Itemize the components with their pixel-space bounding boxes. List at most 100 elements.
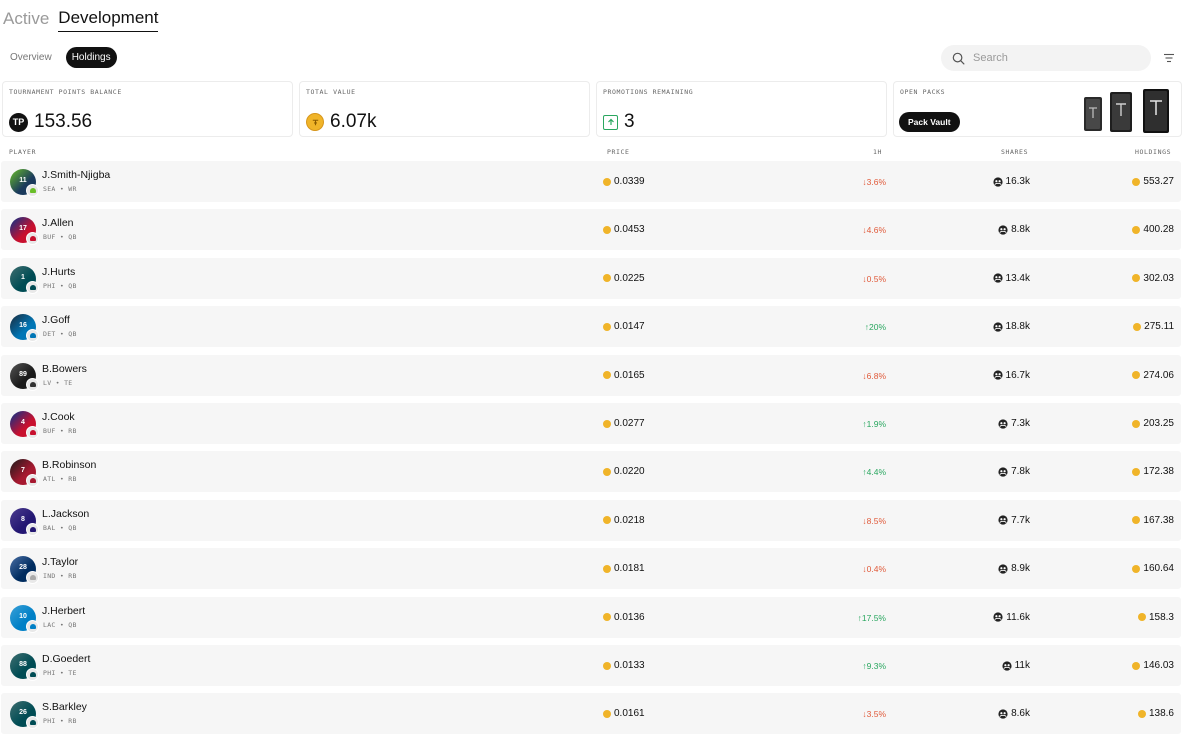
price-change-1h: ↑1.9%	[862, 419, 886, 429]
player-shares: 7.3k	[998, 418, 1030, 429]
player-name[interactable]: J.Herbert	[42, 605, 85, 617]
price-change-1h: ↓4.6%	[862, 225, 886, 236]
player-price: 0.0181	[603, 563, 645, 574]
player-name[interactable]: J.Goff	[42, 314, 70, 326]
coin-icon	[603, 274, 611, 283]
tab-development[interactable]: Development	[58, 8, 159, 32]
price-value: 0.0161	[614, 708, 645, 720]
player-name[interactable]: B.Bowers	[42, 363, 87, 375]
player-name[interactable]: J.Hurts	[42, 266, 75, 278]
player-name[interactable]: S.Barkley	[42, 701, 87, 713]
coin-icon	[603, 516, 611, 525]
price-value: 0.0218	[614, 514, 645, 526]
player-holdings: 274.06	[1132, 370, 1174, 381]
jersey-number: 26	[19, 709, 27, 717]
filter-icon	[1164, 53, 1174, 63]
holdings-value: 160.64	[1143, 563, 1174, 575]
holdings-value: 172.38	[1143, 466, 1174, 478]
pack-vault-button[interactable]: Pack Vault	[899, 112, 960, 132]
jersey-number: 16	[19, 322, 27, 330]
tab-holdings[interactable]: Holdings	[65, 47, 117, 68]
table-row[interactable]: 89 B.Bowers LV • TE 0.0165 ↓6.8% 16.7k 2…	[1, 354, 1181, 396]
player-holdings: 400.28	[1132, 224, 1174, 235]
table-row[interactable]: 28 J.Taylor IND • RB 0.0181 ↓0.4% 8.9k 1…	[1, 548, 1181, 590]
price-value: 0.0136	[614, 611, 645, 623]
coin-icon	[603, 661, 611, 670]
player-name[interactable]: J.Allen	[42, 217, 74, 229]
holdings-value: 553.27	[1143, 176, 1174, 187]
coin-icon	[1132, 467, 1141, 476]
price-value: 0.0453	[614, 224, 645, 236]
coin-icon	[1132, 177, 1141, 186]
users-icon	[998, 515, 1008, 525]
price-value: 0.0181	[614, 563, 645, 575]
player-holdings: 138.6	[1137, 708, 1174, 719]
team-helmet-icon	[26, 716, 39, 730]
player-holdings: 160.64	[1132, 563, 1174, 574]
tp-icon: TP	[9, 112, 28, 132]
tab-overview[interactable]: Overview	[4, 47, 58, 68]
player-name[interactable]: B.Robinson	[42, 459, 96, 471]
coin-icon	[603, 467, 611, 476]
shares-value: 7.8k	[1011, 466, 1030, 478]
users-icon	[992, 176, 1003, 187]
player-shares: 18.8k	[992, 321, 1030, 332]
table-row[interactable]: 1 J.Hurts PHI • QB 0.0225 ↓0.5% 13.4k 30…	[1, 257, 1181, 299]
player-name[interactable]: J.Taylor	[42, 556, 78, 568]
player-shares: 7.7k	[998, 515, 1030, 526]
player-shares: 8.6k	[998, 708, 1030, 719]
open-packs-card: OPEN PACKS Pack Vault	[893, 81, 1182, 137]
price-change-1h: ↓3.6%	[862, 177, 886, 187]
promotions-card: PROMOTIONS REMAINING 3	[596, 81, 887, 137]
coin-icon	[1133, 322, 1142, 331]
search-box[interactable]	[941, 45, 1151, 71]
table-row[interactable]: 10 J.Herbert LAC • QB 0.0136 ↑17.5% 11.6…	[1, 596, 1181, 638]
player-meta: BUF • QB	[43, 233, 77, 242]
table-row[interactable]: 88 D.Goedert PHI • TE 0.0133 ↑9.3% 11k 1…	[1, 645, 1181, 686]
jersey-number: 11	[19, 177, 27, 184]
player-shares: 8.8k	[998, 224, 1030, 235]
table-row[interactable]: 4 J.Cook BUF • RB 0.0277 ↑1.9% 7.3k 203.…	[1, 403, 1181, 444]
price-change-1h: ↓6.8%	[862, 370, 886, 381]
coin-icon	[1132, 274, 1141, 283]
team-helmet-icon	[26, 571, 39, 585]
coin-icon	[1132, 419, 1141, 428]
player-meta: ATL • RB	[43, 475, 77, 484]
coin-icon	[1137, 613, 1146, 622]
promotions-label: PROMOTIONS REMAINING	[603, 88, 694, 96]
price-change-1h: ↓8.5%	[862, 515, 886, 526]
table-row[interactable]: 8 L.Jackson BAL • QB 0.0218 ↓8.5% 7.7k 1…	[1, 499, 1181, 541]
search-input[interactable]	[971, 51, 1135, 65]
coin-icon	[1132, 371, 1141, 380]
pack-icon	[1084, 97, 1102, 131]
player-name[interactable]: J.Smith-Njigba	[42, 169, 110, 181]
player-name[interactable]: D.Goedert	[42, 653, 90, 665]
player-meta: BUF • RB	[43, 427, 77, 435]
coin-icon	[1132, 661, 1141, 670]
coin-icon	[1132, 225, 1141, 234]
users-icon	[992, 370, 1003, 380]
table-row[interactable]: 7 B.Robinson ATL • RB 0.0220 ↑4.4% 7.8k …	[1, 451, 1181, 493]
player-name[interactable]: L.Jackson	[42, 508, 89, 520]
player-meta: PHI • TE	[43, 669, 77, 677]
player-price: 0.0161	[603, 708, 645, 719]
player-price: 0.0133	[603, 660, 645, 671]
player-name[interactable]: J.Cook	[42, 411, 75, 423]
player-meta: DET • QB	[43, 330, 77, 339]
table-row[interactable]: 17 J.Allen BUF • QB 0.0453 ↓4.6% 8.8k 40…	[1, 209, 1181, 251]
filter-button[interactable]	[1158, 48, 1180, 68]
coin-icon	[603, 322, 611, 331]
table-row[interactable]: 11 J.Smith-Njigba SEA • WR 0.0339 ↓3.6% …	[1, 161, 1181, 202]
shares-value: 11.6k	[1006, 611, 1030, 623]
table-row[interactable]: 16 J.Goff DET • QB 0.0147 ↑20% 18.8k 275…	[1, 306, 1181, 348]
holdings-value: 302.03	[1143, 272, 1174, 284]
tab-active[interactable]: Active	[3, 9, 49, 32]
coin-icon	[603, 613, 611, 622]
users-icon	[998, 418, 1008, 429]
price-value: 0.0147	[614, 321, 645, 333]
player-price: 0.0225	[603, 273, 645, 284]
holdings-value: 203.25	[1143, 418, 1174, 429]
player-holdings: 203.25	[1132, 418, 1174, 429]
users-icon	[993, 612, 1003, 622]
users-icon	[992, 322, 1003, 332]
